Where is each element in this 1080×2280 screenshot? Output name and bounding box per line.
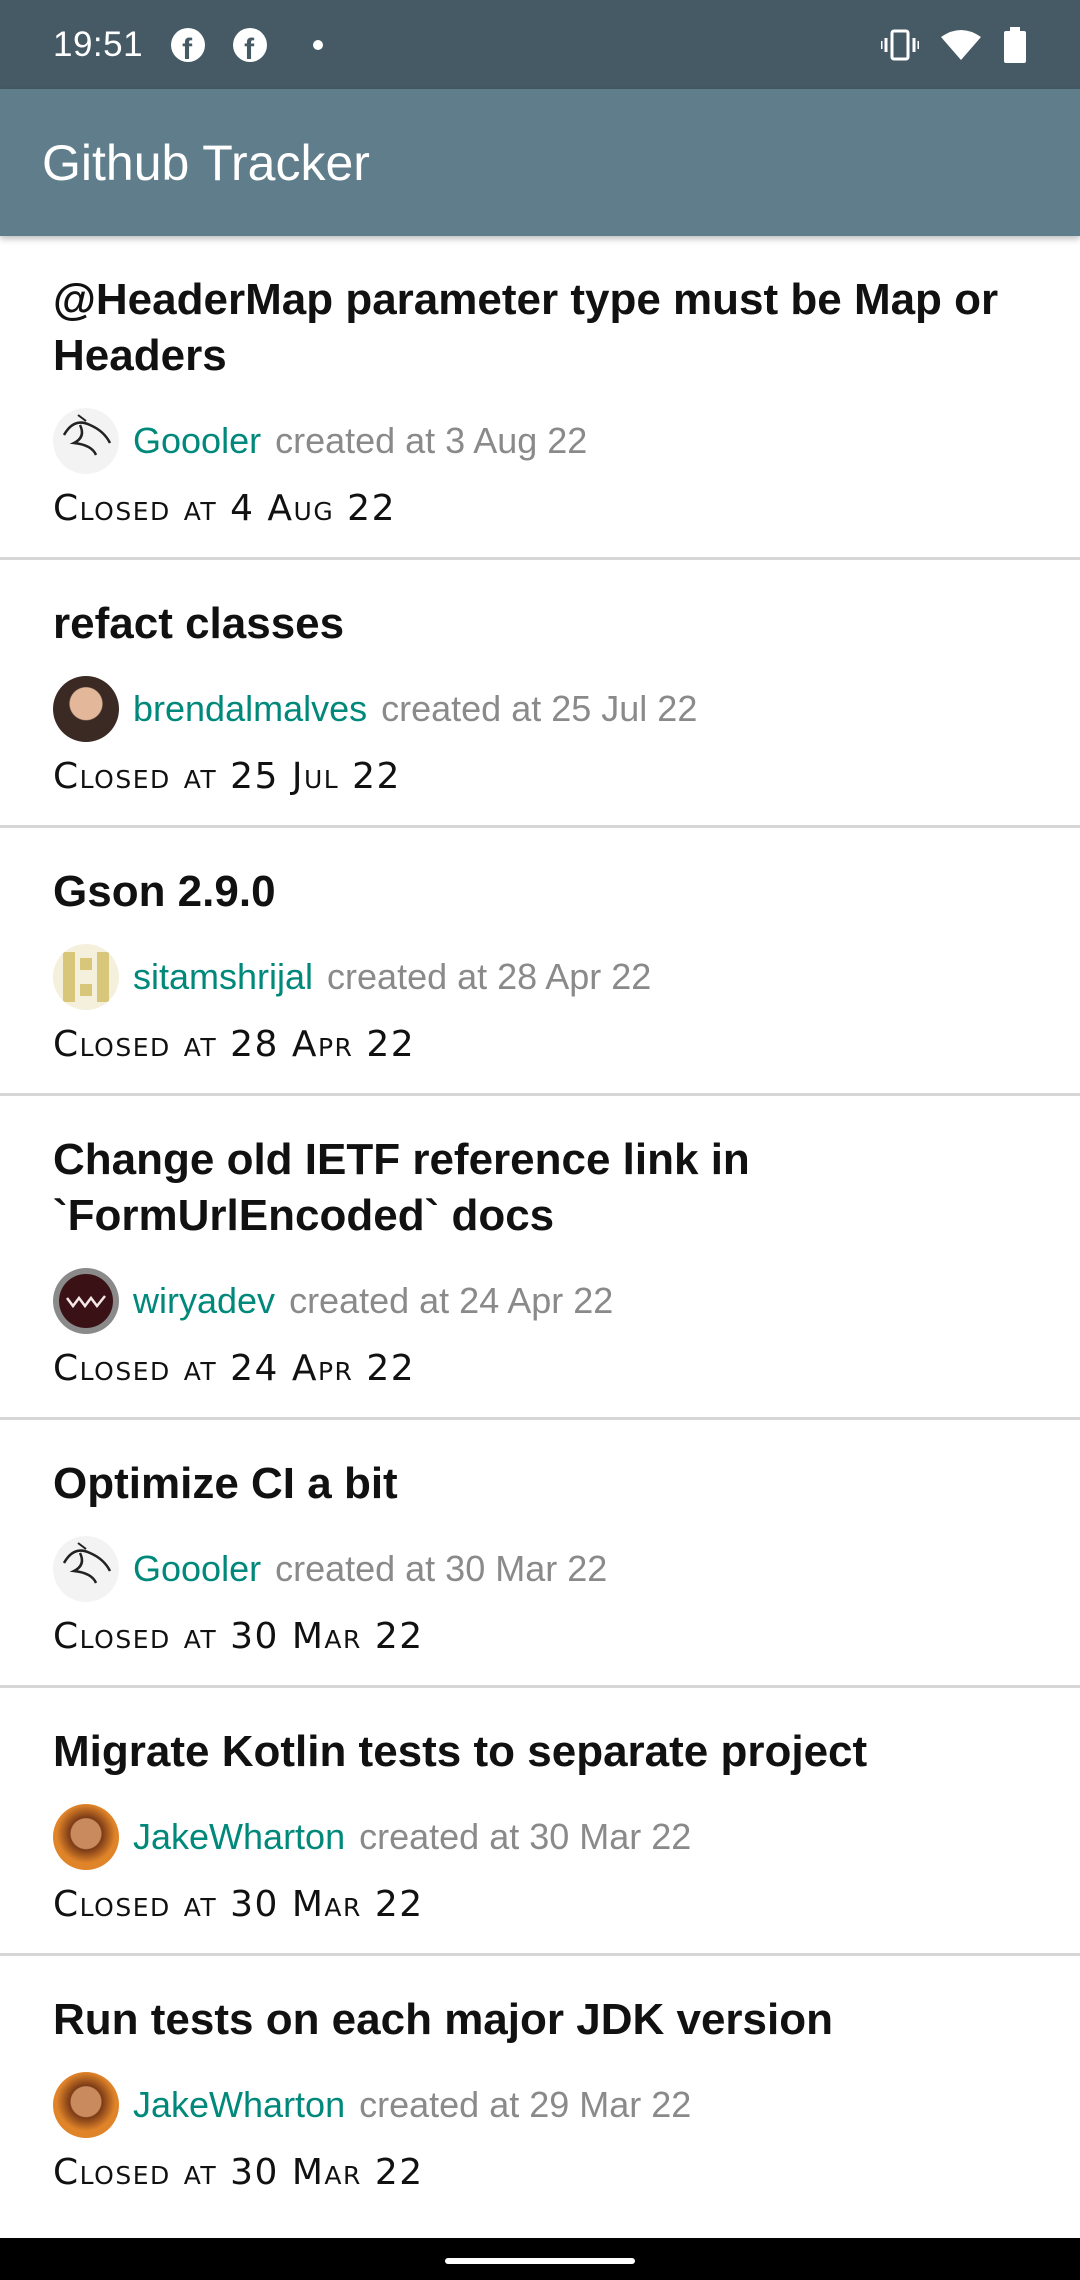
- issue-list-item[interactable]: Gson 2.9.0 sitamshrijal created at 28 Ap…: [0, 828, 1080, 1096]
- issue-title: Run tests on each major JDK version: [53, 1995, 833, 2044]
- status-bar: 19:51 f f: [0, 0, 1080, 89]
- avatar[interactable]: [53, 944, 119, 1010]
- closed-date: Closed at 30 Mar 22: [53, 2152, 424, 2193]
- author-link[interactable]: sitamshrijal: [133, 956, 313, 998]
- bird-logo-icon: [62, 414, 112, 456]
- issue-list[interactable]: @HeaderMap parameter type must be Map or…: [0, 236, 1080, 2221]
- notification-dot-icon: [313, 39, 324, 50]
- wifi-icon: [941, 29, 981, 60]
- issue-meta: JakeWharton created at 29 Mar 22: [53, 2070, 1027, 2140]
- issue-meta: Goooler created at 3 Aug 22: [53, 406, 1027, 476]
- identicon-icon: [63, 952, 109, 1002]
- closed-date: Closed at 4 Aug 22: [53, 488, 396, 529]
- issue-meta: brendalmalves created at 25 Jul 22: [53, 674, 1027, 744]
- vibrate-icon: [881, 29, 919, 60]
- issue-list-item[interactable]: @HeaderMap parameter type must be Map or…: [0, 236, 1080, 560]
- issue-list-item[interactable]: Migrate Kotlin tests to separate project…: [0, 1688, 1080, 1956]
- author-link[interactable]: brendalmalves: [133, 688, 367, 730]
- battery-icon: [1004, 26, 1026, 63]
- issue-title: Optimize CI a bit: [53, 1459, 398, 1508]
- created-date: created at 30 Mar 22: [359, 1816, 692, 1857]
- created-date: created at 29 Mar 22: [359, 2084, 692, 2125]
- issue-meta: JakeWharton created at 30 Mar 22: [53, 1802, 1027, 1872]
- issue-meta: Goooler created at 30 Mar 22: [53, 1534, 1027, 1604]
- author-link[interactable]: Goooler: [133, 1548, 261, 1590]
- status-time: 19:51: [53, 24, 144, 64]
- created-date: created at 24 Apr 22: [289, 1280, 614, 1321]
- app-title: Github Tracker: [42, 134, 370, 191]
- author-link[interactable]: wiryadev: [133, 1280, 275, 1322]
- issue-title: @HeaderMap parameter type must be Map or…: [53, 275, 999, 380]
- bird-logo-icon: [62, 1542, 112, 1584]
- author-link[interactable]: Goooler: [133, 420, 261, 462]
- issue-list-item[interactable]: Optimize CI a bit Goooler created at 30 …: [0, 1420, 1080, 1688]
- closed-date: Closed at 28 Apr 22: [53, 1024, 416, 1065]
- issue-list-item[interactable]: Run tests on each major JDK version Jake…: [0, 1956, 1080, 2221]
- issue-title: refact classes: [53, 599, 345, 648]
- author-link[interactable]: JakeWharton: [133, 2084, 345, 2126]
- author-link[interactable]: JakeWharton: [133, 1816, 345, 1858]
- avatar[interactable]: [53, 676, 119, 742]
- avatar[interactable]: [53, 1268, 119, 1334]
- closed-date: Closed at 24 Apr 22: [53, 1348, 416, 1389]
- closed-date: Closed at 30 Mar 22: [53, 1884, 424, 1925]
- avatar[interactable]: [53, 1536, 119, 1602]
- avatar[interactable]: [53, 1804, 119, 1870]
- closed-date: Closed at 30 Mar 22: [53, 1616, 424, 1657]
- created-date: created at 25 Jul 22: [381, 688, 698, 729]
- navigation-bar: [0, 2238, 1080, 2280]
- facebook-icon: f: [171, 27, 206, 62]
- facebook-icon: f: [233, 27, 268, 62]
- issue-list-item[interactable]: Change old IETF reference link in `FormU…: [0, 1096, 1080, 1420]
- avatar[interactable]: [53, 408, 119, 474]
- issue-title: Change old IETF reference link in `FormU…: [53, 1135, 750, 1240]
- created-date: created at 28 Apr 22: [327, 956, 652, 997]
- created-date: created at 3 Aug 22: [275, 420, 588, 461]
- issue-meta: wiryadev created at 24 Apr 22: [53, 1266, 1027, 1336]
- created-date: created at 30 Mar 22: [275, 1548, 608, 1589]
- home-gesture-handle[interactable]: [445, 2258, 635, 2264]
- issue-meta: sitamshrijal created at 28 Apr 22: [53, 942, 1027, 1012]
- app-bar: Github Tracker: [0, 89, 1080, 236]
- avatar[interactable]: [53, 2072, 119, 2138]
- closed-date: Closed at 25 Jul 22: [53, 756, 401, 797]
- issue-list-item[interactable]: refact classes brendalmalves created at …: [0, 560, 1080, 828]
- issue-title: Migrate Kotlin tests to separate project: [53, 1727, 868, 1776]
- issue-title: Gson 2.9.0: [53, 867, 276, 916]
- badge-icon: [59, 1274, 113, 1328]
